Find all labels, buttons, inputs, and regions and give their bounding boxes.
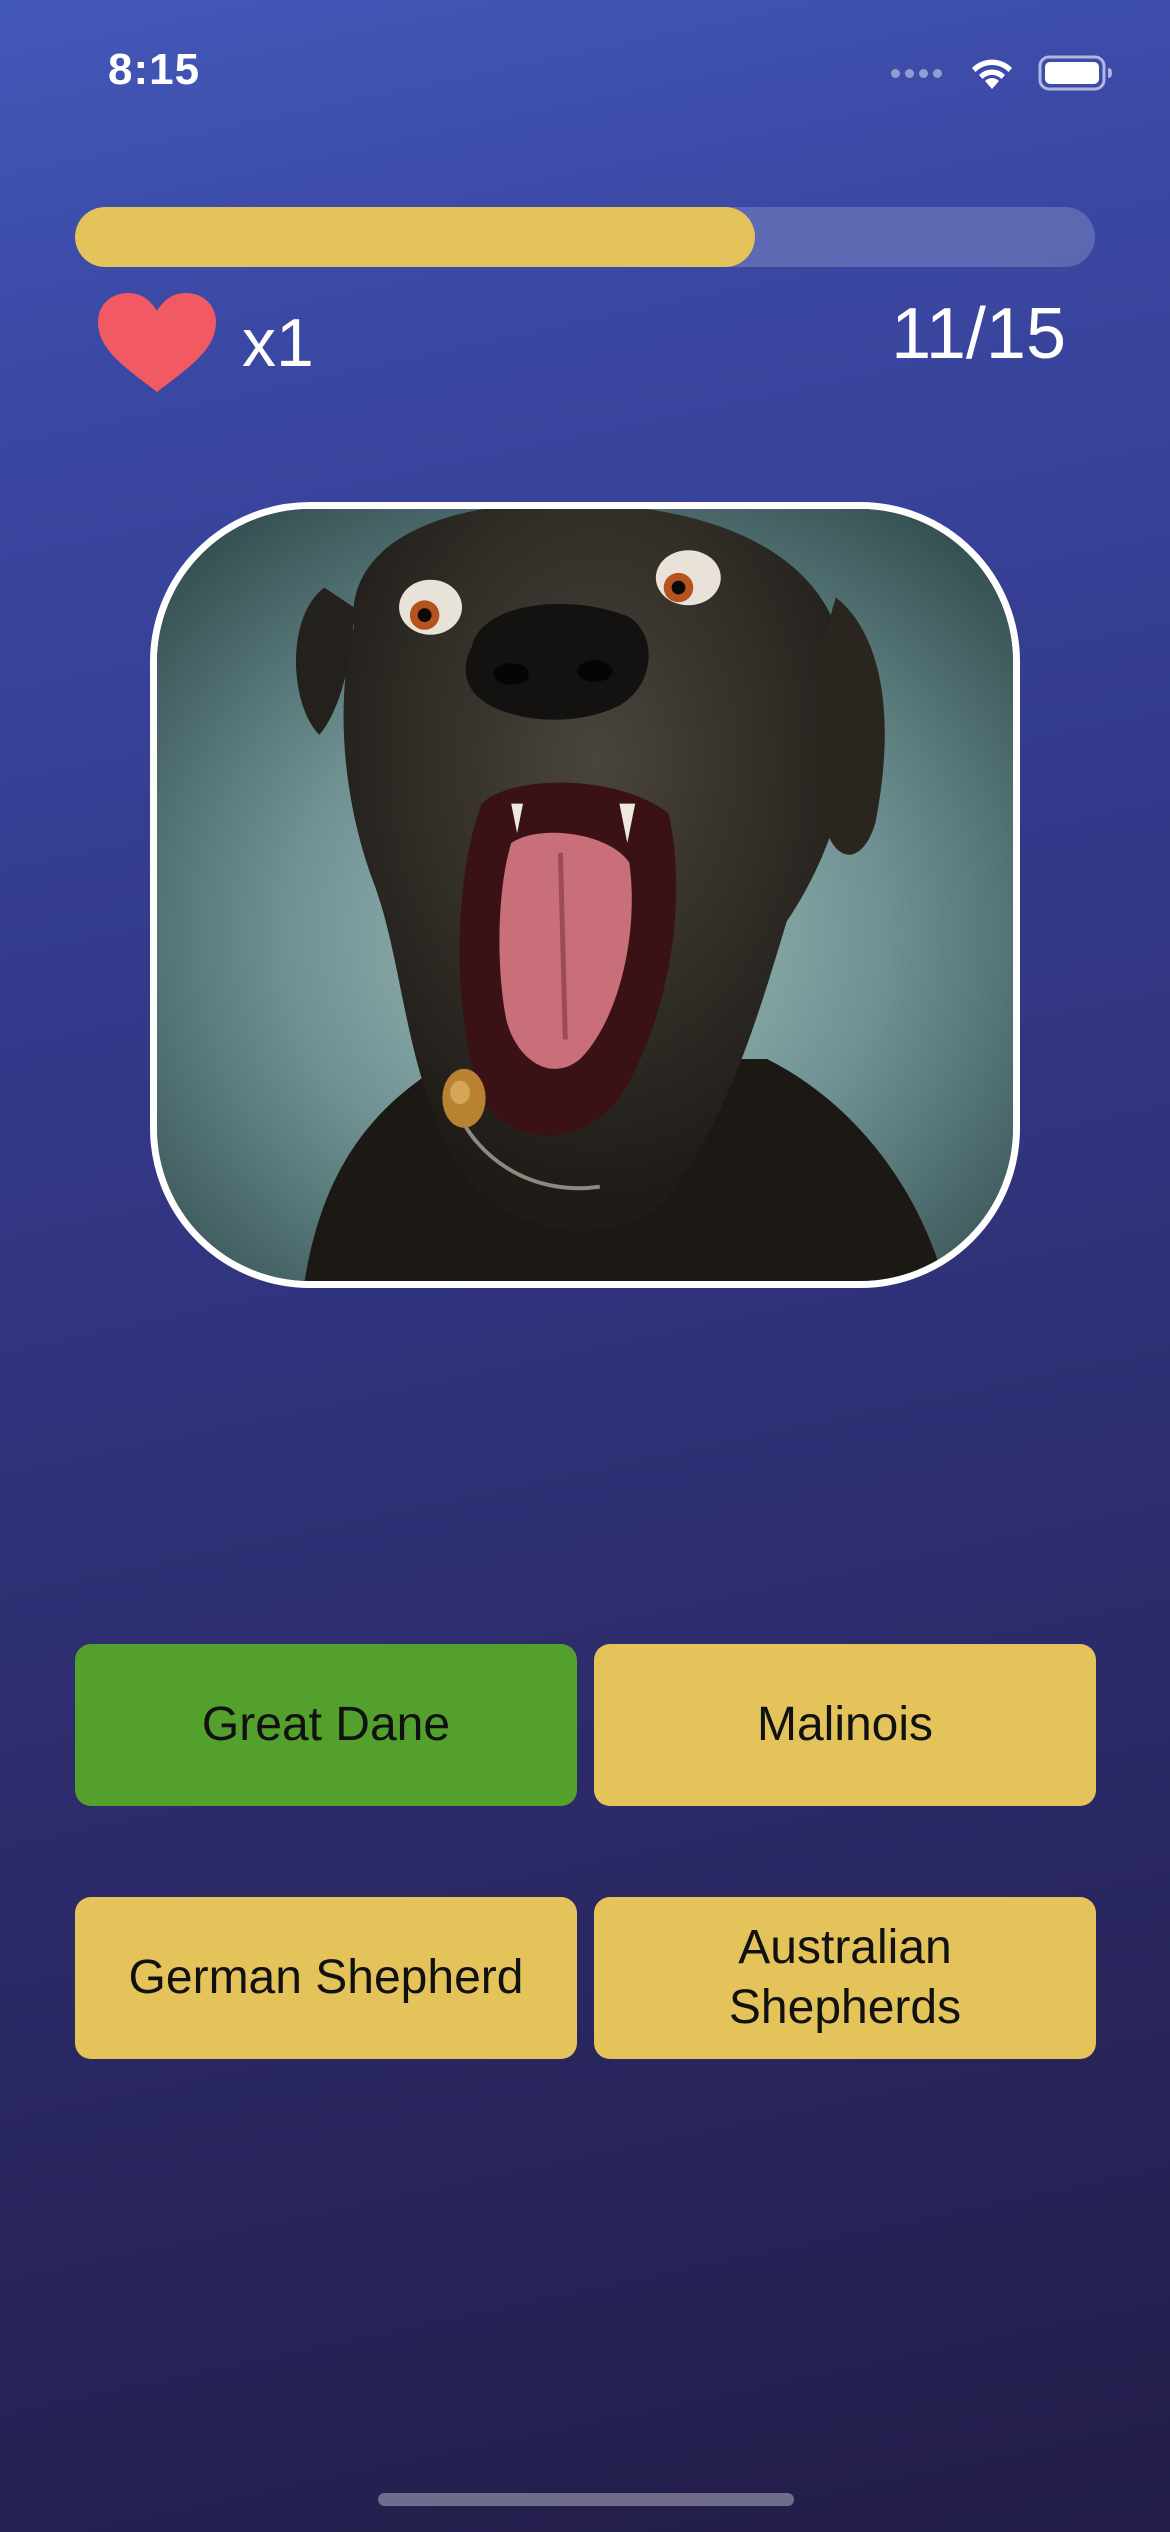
lives-indicator: x1 [96, 292, 314, 394]
dog-photo [150, 502, 1020, 1288]
lives-count: x1 [242, 305, 314, 381]
home-indicator[interactable] [378, 2493, 794, 2506]
quiz-progress-bar [75, 207, 1095, 267]
answer-button-3[interactable]: German Shepherd [75, 1897, 577, 2059]
status-time: 8:15 [108, 45, 201, 94]
signal-dots-icon [891, 68, 942, 78]
battery-icon [1038, 55, 1112, 91]
answer-button-1[interactable]: Great Dane [75, 1644, 577, 1806]
question-counter: 11/15 [891, 294, 1066, 374]
dog-illustration [157, 509, 1013, 1281]
status-bar: 8:15 [0, 0, 1170, 140]
answer-button-4[interactable]: Australian Shepherds [594, 1897, 1096, 2059]
answer-button-2[interactable]: Malinois [594, 1644, 1096, 1806]
status-icons [891, 54, 1114, 92]
heart-icon [98, 293, 216, 392]
wifi-icon [972, 59, 1012, 89]
quiz-progress-fill [75, 207, 756, 267]
